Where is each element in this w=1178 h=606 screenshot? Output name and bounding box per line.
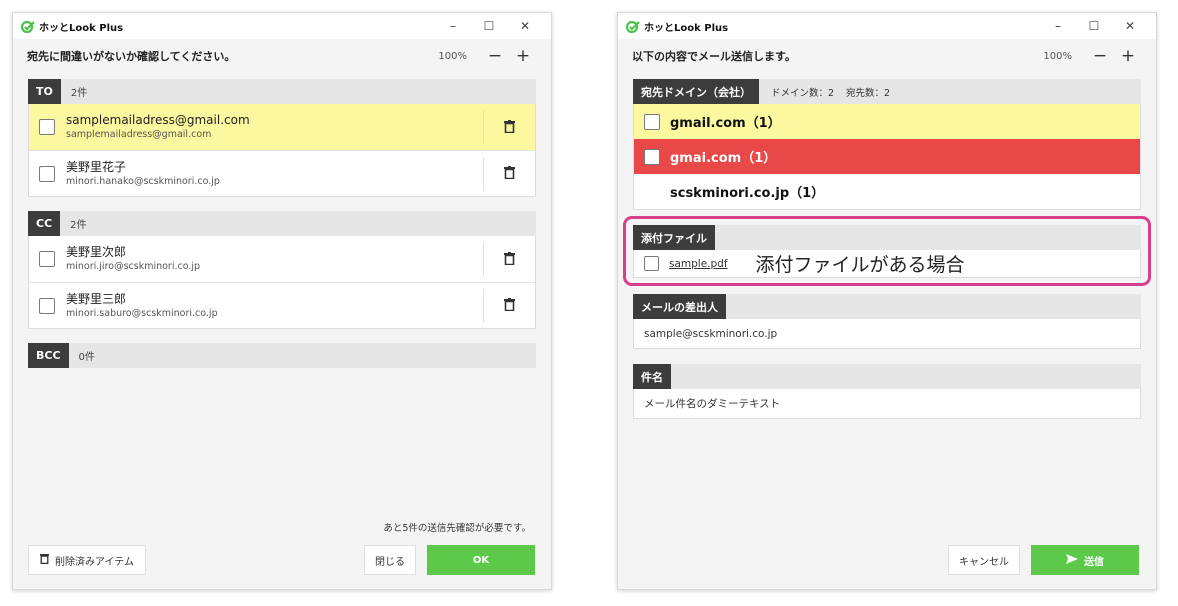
recipient-checkbox[interactable]: [39, 119, 55, 135]
recipient-row: 美野里花子 minori.hanako@scskminori.co.jp: [29, 150, 535, 196]
recipient-checkbox[interactable]: [39, 251, 55, 267]
page-title: 宛先に間違いがないか確認してください。: [27, 50, 236, 63]
recipient-checkbox[interactable]: [39, 165, 55, 182]
domain-row: gmail.com（1）: [634, 104, 1140, 139]
zoom-level: 100%: [438, 50, 467, 62]
attachment-tag: 添付ファイル: [633, 225, 715, 250]
sender-section: メールの差出人 sample@scskminori.co.jp: [633, 294, 1141, 349]
trash-icon[interactable]: [504, 118, 515, 137]
recipient-row: 美野里次郎 minori.jiro@scskminori.co.jp: [29, 236, 535, 282]
recipient-address: minori.saburo@scskminori.co.jp: [66, 307, 218, 319]
trash-icon: [40, 553, 49, 567]
trash-icon[interactable]: [504, 164, 515, 183]
zoom-out-button[interactable]: −: [1086, 46, 1114, 66]
recipient-address: minori.jiro@scskminori.co.jp: [66, 261, 201, 272]
send-button[interactable]: 送信: [1031, 545, 1139, 575]
trash-icon[interactable]: [504, 296, 515, 315]
zoom-in-button[interactable]: +: [509, 46, 537, 66]
recipient-name: 美野里次郎: [66, 245, 127, 259]
app-logo-icon: [20, 19, 35, 34]
domain-tag: 宛先ドメイン（会社）: [633, 79, 759, 104]
deleted-items-label: 削除済みアイテム: [55, 556, 134, 568]
subject-tag: 件名: [633, 364, 671, 389]
domain-label: gmai.com（1）: [670, 151, 777, 166]
zoom-level: 100%: [1043, 50, 1072, 62]
recipient-check-window: ホッとLook Plus – ☐ ✕ 宛先に間違いがないか確認してください。 1…: [12, 12, 552, 590]
app-logo: ホッとLook Plus: [20, 19, 124, 34]
sender-value: sample@scskminori.co.jp: [633, 319, 1141, 349]
domain-section: 宛先ドメイン（会社） ドメイン数：2 宛先数：2 gmail.com（1） gm…: [633, 79, 1141, 210]
bcc-count: 0件: [78, 352, 95, 363]
title-bar: ホッとLook Plus – ☐ ✕: [618, 13, 1156, 39]
subject-value: メール件名のダミーテキスト: [633, 389, 1141, 419]
page-title: 以下の内容でメール送信します。: [632, 50, 796, 63]
attachment-annotation: 添付ファイルがある場合: [755, 254, 965, 276]
cc-section: CC 2件 美野里次郎 minori.jiro@scskminori.co.jp…: [28, 211, 536, 329]
domain-checkbox[interactable]: [644, 148, 660, 165]
remaining-check-note: あと5件の送信先確認が必要です。: [383, 523, 531, 534]
domain-count: ドメイン数：2: [771, 87, 835, 99]
app-logo-icon: [625, 19, 640, 34]
bcc-section: BCC 0件: [28, 343, 536, 368]
zoom-out-button[interactable]: −: [481, 46, 509, 66]
minimize-icon[interactable]: –: [1040, 19, 1076, 33]
send-confirm-window: ホッとLook Plus – ☐ ✕ 以下の内容でメール送信します。 100% …: [617, 12, 1157, 590]
ok-button[interactable]: OK: [427, 545, 535, 575]
trash-icon[interactable]: [504, 250, 515, 269]
domain-label: gmail.com（1）: [670, 116, 781, 131]
recipient-address: samplemailadress@gmail.com: [66, 129, 212, 140]
cancel-button[interactable]: キャンセル: [948, 545, 1020, 575]
to-section: TO 2件 samplemailadress@gmail.com samplem…: [28, 79, 536, 197]
attachment-checkbox[interactable]: [644, 256, 659, 271]
domain-checkbox[interactable]: [644, 113, 660, 130]
domain-label: scskminori.co.jp（1）: [670, 186, 825, 201]
subject-section: 件名 メール件名のダミーテキスト: [633, 364, 1141, 419]
recipient-name: 美野里花子: [66, 159, 127, 174]
close-icon[interactable]: ✕: [507, 19, 543, 33]
domain-row: gmai.com（1）: [634, 139, 1140, 174]
recipient-count: 宛先数：2: [846, 87, 891, 99]
domain-row: scskminori.co.jp（1）: [634, 174, 1140, 209]
title-bar: ホッとLook Plus – ☐ ✕: [13, 13, 551, 39]
app-title: ホッとLook Plus: [39, 22, 124, 34]
maximize-icon[interactable]: ☐: [471, 19, 507, 33]
zoom-in-button[interactable]: +: [1114, 46, 1142, 66]
attachment-file-link[interactable]: sample.pdf: [669, 258, 728, 270]
recipient-name: 美野里三郎: [66, 291, 127, 306]
app-title: ホッとLook Plus: [644, 22, 729, 34]
to-count: 2件: [70, 88, 88, 99]
close-button[interactable]: 閉じる: [364, 545, 416, 575]
send-label: 送信: [1084, 556, 1104, 568]
cc-tag: CC: [28, 211, 61, 236]
maximize-icon[interactable]: ☐: [1076, 19, 1112, 33]
send-icon: [1066, 553, 1078, 567]
close-icon[interactable]: ✕: [1112, 19, 1148, 33]
recipient-row: samplemailadress@gmail.com samplemailadr…: [29, 104, 535, 150]
recipient-address: minori.hanako@scskminori.co.jp: [66, 175, 220, 187]
app-logo: ホッとLook Plus: [625, 19, 729, 34]
deleted-items-button[interactable]: 削除済みアイテム: [28, 545, 146, 575]
minimize-icon[interactable]: –: [435, 19, 471, 33]
to-tag: TO: [28, 79, 61, 104]
bcc-tag: BCC: [28, 343, 69, 368]
recipient-row: 美野里三郎 minori.saburo@scskminori.co.jp: [29, 282, 535, 328]
recipient-checkbox[interactable]: [39, 297, 55, 314]
attachment-section: 添付ファイル sample.pdf 添付ファイルがある場合: [633, 225, 1141, 278]
recipient-name: samplemailadress@gmail.com: [66, 113, 250, 127]
cc-count: 2件: [70, 220, 87, 231]
sender-tag: メールの差出人: [633, 294, 726, 319]
